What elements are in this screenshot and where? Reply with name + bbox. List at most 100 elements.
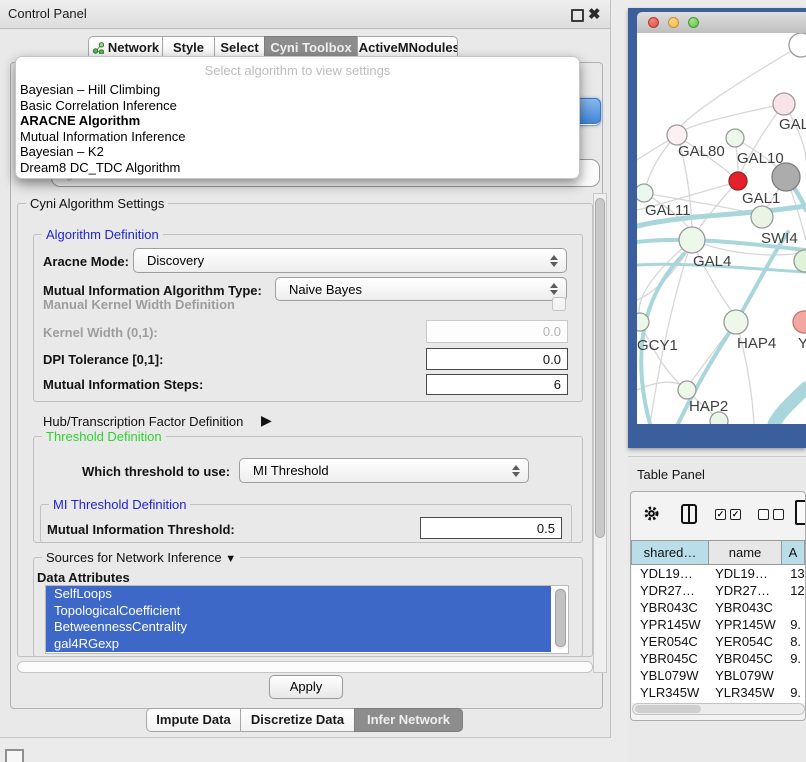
node-gcy1[interactable] [637,313,649,331]
mi-algorithm-type-combobox[interactable]: Naive Bayes [275,277,567,301]
table-row[interactable]: YDR27…YDR27…12 [632,582,806,599]
manual-kernel-checkbox[interactable] [552,297,566,311]
algorithm-list-item[interactable]: Bayesian – Hill Climbing [16,82,579,98]
hub-definition-label[interactable]: Hub/Transcription Factor Definition [43,414,243,429]
network-canvas[interactable]: GAL2GAL80GAL10GAL1GAL11SWI4GAL4GCY1HAP4Y… [637,33,806,424]
settings-scrollbar-thumb[interactable] [595,198,605,538]
table-horizontal-scrollbar[interactable] [632,703,805,715]
checked-checkbox-icon[interactable]: ✓ [715,509,726,520]
node-unlabeled-gray[interactable] [772,163,800,191]
data-attribute-item[interactable]: gal4RGexp [46,636,551,653]
table-row[interactable]: YLR345WYLR345W9. [632,684,806,701]
attributes-list-scrollbar[interactable] [555,588,566,649]
mi-threshold-group-title: MI Threshold Definition [49,497,190,512]
table-cell: YBL079W [709,667,782,684]
tab-infer-network[interactable]: Infer Network [354,708,463,732]
node-gal2[interactable] [773,93,795,115]
document-icon[interactable] [795,500,806,525]
table-panel-box: ✓ ✓ shared…nameA YDL19…YDL19…13YDR27…YDR… [630,491,806,721]
aracne-mode-value: Discovery [147,253,204,268]
tab-discretize-data[interactable]: Discretize Data [240,708,355,732]
control-panel-titlebar: Control Panel ✖ [0,0,610,29]
settings-horizontal-scrollbar[interactable] [17,661,593,673]
dpi-tolerance-label: DPI Tolerance [0,1]: [43,352,163,367]
close-traffic-light-icon[interactable] [648,17,659,28]
mi-steps-field[interactable]: 6 [426,374,568,395]
network-icon [92,42,104,54]
node-gal10[interactable] [726,129,744,147]
table-row[interactable]: YER054CYER054C8. [632,633,806,650]
control-panel-title: Control Panel [8,0,87,28]
expand-arrow-icon[interactable]: ▶ [261,412,272,429]
unchecked-checkbox-icon[interactable] [758,509,769,520]
column-header-name[interactable]: name [708,540,782,565]
node-label-swi4: SWI4 [761,230,798,247]
network-window: GAL2GAL80GAL10GAL1GAL11SWI4GAL4GCY1HAP4Y… [628,8,806,448]
mi-threshold-field[interactable]: 0.5 [420,517,562,539]
node-swi4[interactable] [751,206,773,228]
network-edge[interactable] [637,138,672,160]
table-row[interactable]: YDL19…YDL19…13 [632,565,806,582]
zoom-traffic-light-icon[interactable] [688,17,699,28]
mi-steps-label: Mutual Information Steps: [43,377,203,392]
aracne-mode-label: Aracne Mode: [43,254,129,269]
node-gal11[interactable] [637,184,653,202]
which-threshold-combobox[interactable]: MI Threshold [239,458,529,483]
node-label-gal11: GAL11 [645,202,691,219]
table-row[interactable]: YBL079WYBL079W [632,667,806,684]
minimize-traffic-light-icon[interactable] [668,17,679,28]
node-unlabeled-salmon[interactable] [793,311,806,333]
settings-vertical-scrollbar[interactable] [593,193,607,673]
combobox-arrow-button[interactable] [579,98,601,124]
checked-checkbox-icon[interactable]: ✓ [730,509,741,520]
data-attribute-item[interactable]: BetweennessCentrality [46,619,551,636]
algorithm-list-item[interactable]: ARACNE Algorithm [16,113,579,129]
apply-button[interactable]: Apply [269,675,343,699]
table-cell: YPR145W [709,616,782,633]
mi-steps-value: 6 [554,377,561,392]
table-scrollbar-thumb[interactable] [635,705,701,713]
node-hap2[interactable] [678,381,696,399]
node-label-hap2: HAP2 [689,398,728,415]
network-edge[interactable] [774,388,806,424]
column-header-shared[interactable]: shared… [631,540,709,565]
node-hap4[interactable] [724,310,748,334]
table-cell [782,599,806,616]
unchecked-checkbox-icon[interactable] [773,509,784,520]
node-gal4[interactable] [679,227,705,253]
node-label-gcy1: GCY1 [637,337,678,354]
gear-icon[interactable] [643,505,660,525]
table-row[interactable]: YBR045CYBR045C9. [632,650,806,667]
data-attribute-item[interactable]: SelfLoops [46,586,551,603]
collapse-arrow-icon[interactable]: ▼ [225,553,236,565]
data-attribute-item[interactable]: TopologicalCoefficient [46,603,551,620]
algorithm-list-item[interactable]: Dream8 DC_TDC Algorithm [16,160,579,176]
dpi-tolerance-field[interactable]: 0.0 [426,348,568,370]
network-edge[interactable] [684,104,784,130]
column-header-a[interactable]: A [781,540,805,565]
network-graph[interactable]: GAL2GAL80GAL10GAL1GAL11SWI4GAL4GCY1HAP4Y… [637,33,806,424]
table-row[interactable]: YPR145WYPR145W9. [632,616,806,633]
table-cell: YBL079W [632,667,709,684]
combobox-arrows-icon [550,283,558,295]
node-gal1[interactable] [729,172,747,190]
tab-impute-data[interactable]: Impute Data [146,708,241,732]
node-gal80[interactable] [667,125,687,145]
node-unlabeled-top[interactable] [789,33,806,57]
algorithm-list-item[interactable]: Mutual Information Inference [16,129,579,145]
network-window-titlebar[interactable] [637,12,806,34]
table-cell: YBR043C [709,599,782,616]
close-icon[interactable]: ✖ [588,5,601,23]
table-row[interactable]: YBR043CYBR043C [632,599,806,616]
columns-icon[interactable] [681,504,697,524]
aracne-mode-combobox[interactable]: Discovery [133,248,567,273]
data-attributes-list[interactable]: SelfLoopsTopologicalCoefficientBetweenne… [45,585,569,654]
algorithm-list-item[interactable]: Basic Correlation Inference [16,98,579,114]
table-header: shared…nameA [631,540,805,565]
kernel-width-field[interactable]: 0.0 [426,320,568,343]
algorithm-list-item[interactable]: Bayesian – K2 [16,144,579,160]
combobox-arrows-icon [550,255,558,267]
attributes-scrollbar-thumb[interactable] [555,589,566,647]
float-window-icon[interactable] [571,9,584,22]
collapsed-panel-icon[interactable] [5,749,24,762]
